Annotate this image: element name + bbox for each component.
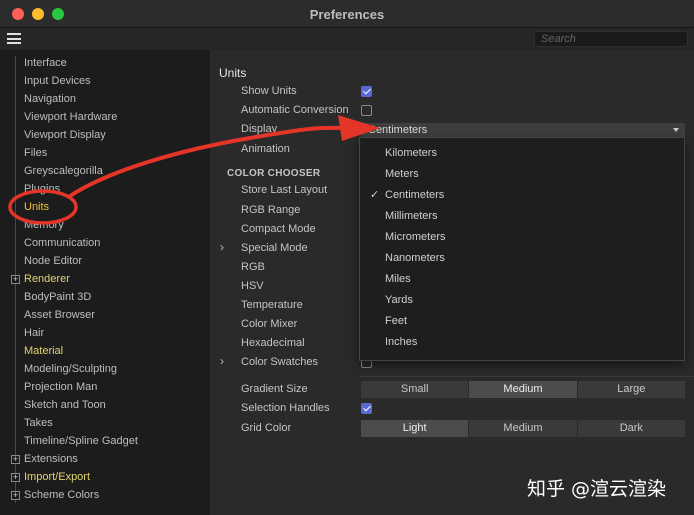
color-swatches-label[interactable]: Color Swatches <box>241 353 318 372</box>
sidebar-item-modeling-sculpting[interactable]: Modeling/Sculpting <box>24 360 117 378</box>
menu-item-centimeters[interactable]: Centimeters <box>385 185 444 205</box>
sidebar-item-scheme-colors[interactable]: Scheme Colors <box>24 486 99 504</box>
checkmark-icon: ✓ <box>370 189 380 201</box>
sidebar-item-renderer[interactable]: Renderer <box>24 270 70 288</box>
show-units-checkbox[interactable] <box>361 86 372 97</box>
selection-handles-checkbox[interactable] <box>361 403 372 414</box>
gradient-size-segmented-control: Small Medium Large <box>361 381 685 398</box>
sidebar-item-hair[interactable]: Hair <box>24 324 44 342</box>
section-title: Units <box>219 66 247 80</box>
sidebar: Interface Input Devices Navigation Viewp… <box>0 50 210 515</box>
sidebar-item-units[interactable]: Units <box>24 198 49 216</box>
sidebar-item-bodypaint-3d[interactable]: BodyPaint 3D <box>24 288 91 306</box>
compact-mode-label: Compact Mode <box>241 223 316 235</box>
gradient-size-medium-option[interactable]: Medium <box>469 381 578 398</box>
store-last-layout-label: Store Last Layout <box>241 184 328 196</box>
hamburger-icon[interactable] <box>7 33 21 44</box>
grid-color-medium-option[interactable]: Medium <box>469 420 578 437</box>
title-bar: Preferences <box>0 0 694 28</box>
menu-item-inches[interactable]: Inches <box>385 332 417 352</box>
automatic-conversion-checkbox[interactable] <box>361 105 372 116</box>
gradient-size-label: Gradient Size <box>241 383 308 395</box>
sidebar-item-import-export[interactable]: Import/Export <box>24 468 90 486</box>
chevron-right-icon[interactable]: › <box>220 240 224 254</box>
hsv-label: HSV <box>241 280 264 292</box>
sidebar-item-projection-man[interactable]: Projection Man <box>24 378 97 396</box>
search-input[interactable] <box>534 31 688 47</box>
toolbar <box>0 28 694 50</box>
special-mode-label[interactable]: Special Mode <box>241 239 308 258</box>
grid-color-segmented-control: Light Medium Dark <box>361 420 685 437</box>
menu-item-feet[interactable]: Feet <box>385 311 407 331</box>
sidebar-item-sketch-and-toon[interactable]: Sketch and Toon <box>24 396 106 414</box>
sidebar-item-communication[interactable]: Communication <box>24 234 100 252</box>
automatic-conversion-label: Automatic Conversion <box>241 104 349 116</box>
animation-label: Animation <box>241 143 290 155</box>
color-mixer-label: Color Mixer <box>241 318 298 330</box>
rgb-label: RGB <box>241 261 265 273</box>
display-unit-value: Centimeters <box>368 124 428 136</box>
window-title: Preferences <box>309 7 385 22</box>
preferences-panel: Units Show Units Automatic Conversion Di… <box>210 50 694 515</box>
expand-icon[interactable]: + <box>11 473 20 482</box>
sidebar-item-extensions[interactable]: Extensions <box>24 450 78 468</box>
sidebar-item-node-editor[interactable]: Node Editor <box>24 252 82 270</box>
menu-item-micrometers[interactable]: Micrometers <box>385 227 446 247</box>
watermark: 知乎 @渲云渲染 <box>527 478 667 500</box>
chevron-right-icon[interactable]: › <box>220 354 224 368</box>
temperature-label: Temperature <box>241 299 303 311</box>
menu-item-yards[interactable]: Yards <box>385 290 413 310</box>
chevron-down-icon <box>673 128 679 132</box>
display-unit-dropdown[interactable]: Centimeters <box>361 123 685 137</box>
show-units-label: Show Units <box>241 85 297 97</box>
sidebar-item-takes[interactable]: Takes <box>24 414 53 432</box>
sidebar-item-navigation[interactable]: Navigation <box>24 90 76 108</box>
rgb-range-label: RGB Range <box>241 204 301 216</box>
sidebar-item-files[interactable]: Files <box>24 144 47 162</box>
grid-color-label: Grid Color <box>241 422 292 434</box>
grid-color-light-option[interactable]: Light <box>361 420 470 437</box>
selection-handles-label: Selection Handles <box>241 402 330 414</box>
expand-icon[interactable]: + <box>11 491 20 500</box>
sidebar-item-asset-browser[interactable]: Asset Browser <box>24 306 95 324</box>
sidebar-item-timeline-spline-gadget[interactable]: Timeline/Spline Gadget <box>24 432 138 450</box>
sidebar-item-viewport-display[interactable]: Viewport Display <box>24 126 106 144</box>
hexadecimal-label: Hexadecimal <box>241 337 305 349</box>
sidebar-item-input-devices[interactable]: Input Devices <box>24 72 91 90</box>
sidebar-item-interface[interactable]: Interface <box>24 54 67 72</box>
menu-item-millimeters[interactable]: Millimeters <box>385 206 438 226</box>
sidebar-item-greyscalegorilla[interactable]: Greyscalegorilla <box>24 162 103 180</box>
gradient-size-large-option[interactable]: Large <box>577 381 685 398</box>
grid-color-dark-option[interactable]: Dark <box>577 420 685 437</box>
divider <box>360 376 694 377</box>
sidebar-item-viewport-hardware[interactable]: Viewport Hardware <box>24 108 117 126</box>
menu-item-nanometers[interactable]: Nanometers <box>385 248 445 268</box>
expand-icon[interactable]: + <box>11 455 20 464</box>
display-unit-popup-menu: Kilometers Meters ✓ Centimeters Millimet… <box>359 137 685 361</box>
expand-icon[interactable]: + <box>11 275 20 284</box>
color-chooser-group-label: COLOR CHOOSER <box>227 168 321 179</box>
menu-item-miles[interactable]: Miles <box>385 269 411 289</box>
gradient-size-small-option[interactable]: Small <box>361 381 470 398</box>
sidebar-item-plugins[interactable]: Plugins <box>24 180 60 198</box>
sidebar-item-memory[interactable]: Memory <box>24 216 64 234</box>
sidebar-item-material[interactable]: Material <box>24 342 63 360</box>
menu-item-meters[interactable]: Meters <box>385 164 419 184</box>
menu-item-kilometers[interactable]: Kilometers <box>385 143 437 163</box>
display-label: Display <box>241 123 278 135</box>
